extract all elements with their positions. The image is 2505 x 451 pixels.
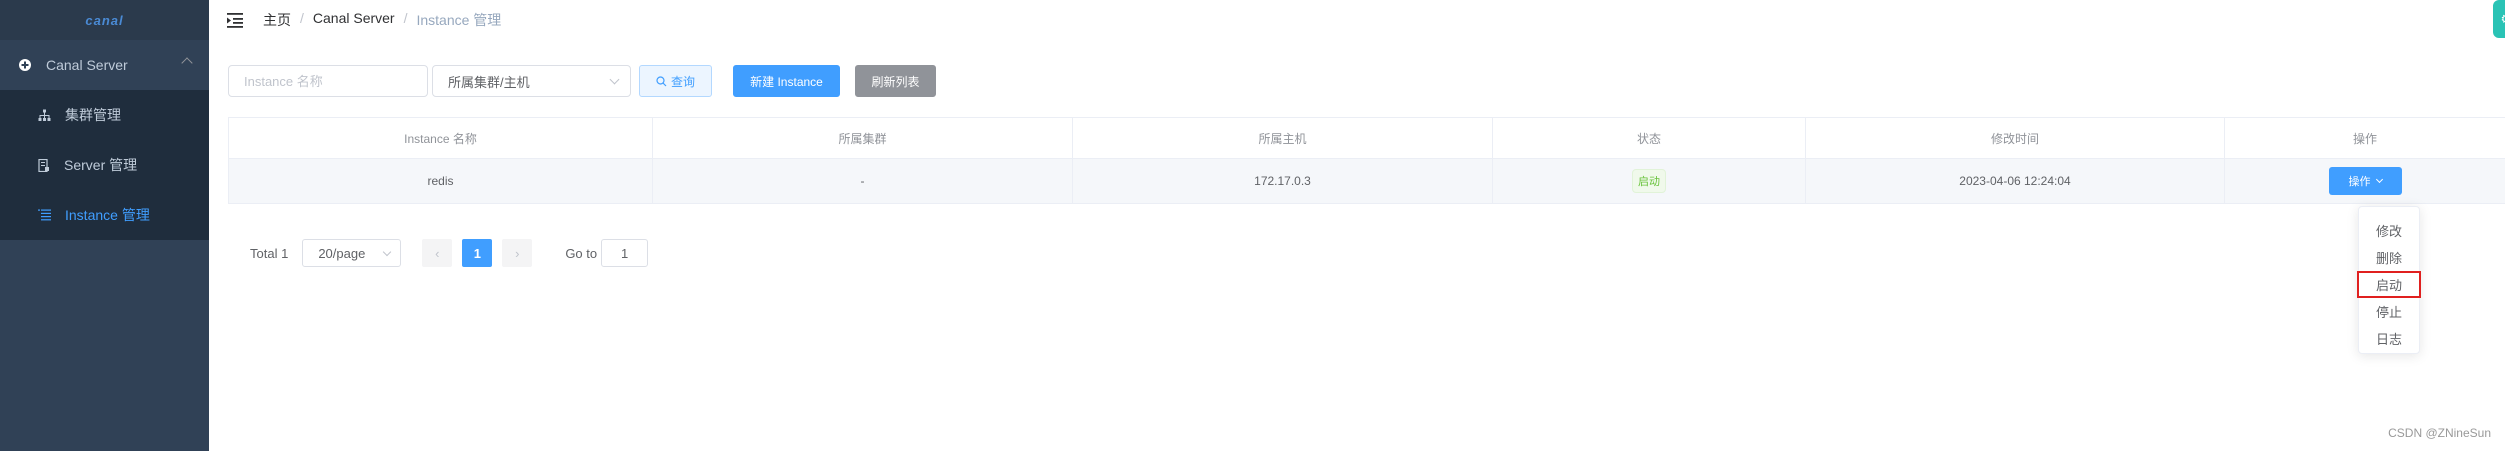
query-button[interactable]: 查询 — [639, 65, 712, 97]
app-root: canal Canal Server 集群管理 Server 管理 Instan… — [0, 0, 2505, 451]
filter-bar: 所属集群/主机 查询 新建 Instance 刷新列表 — [228, 65, 936, 97]
settings-float-icon[interactable]: ⚙ — [2493, 0, 2505, 38]
cell-instance-name: redis — [228, 159, 653, 203]
sidebar-item-instance[interactable]: Instance 管理 — [0, 190, 209, 240]
sidebar-item-cluster[interactable]: 集群管理 — [0, 90, 209, 140]
goto-label: Go to — [565, 245, 598, 261]
column-header: 所属集群 — [653, 118, 1073, 158]
cell-modified-time: 2023-04-06 12:24:04 — [1806, 159, 2225, 203]
cell-host: 172.17.0.3 — [1073, 159, 1493, 203]
column-header: 修改时间 — [1806, 118, 2225, 158]
dropdown-item-delete[interactable]: 删除 — [2359, 244, 2419, 271]
dropdown-item-edit[interactable]: 修改 — [2359, 217, 2419, 244]
column-header: Instance 名称 — [228, 118, 653, 158]
breadcrumb-section[interactable]: Canal Server — [313, 10, 395, 30]
submenu: 集群管理 Server 管理 Instance 管理 — [0, 90, 209, 240]
goto-page-input[interactable] — [601, 239, 649, 267]
pagination: Total 1 20/page ‹ 1 › Go to — [250, 239, 649, 267]
server-icon — [38, 158, 49, 172]
chevron-down-icon — [2375, 175, 2383, 184]
list-icon — [38, 209, 51, 221]
sidebar-group-label: Canal Server — [46, 57, 128, 73]
chevron-down-icon — [609, 74, 620, 85]
breadcrumb-separator: / — [300, 10, 304, 26]
prev-page-button[interactable]: ‹ — [422, 239, 453, 267]
instance-table: Instance 名称 所属集群 所属主机 状态 修改时间 操作 redis -… — [228, 117, 2505, 204]
search-icon — [656, 75, 667, 86]
sidebar-item-label: Server 管理 — [64, 157, 138, 173]
breadcrumb-current: Instance 管理 — [416, 12, 502, 28]
chevron-left-icon: ‹ — [435, 245, 440, 261]
breadcrumb-home[interactable]: 主页 — [263, 10, 291, 30]
table-header-row: Instance 名称 所属集群 所属主机 状态 修改时间 操作 — [228, 118, 2505, 159]
query-button-label: 查询 — [670, 74, 695, 89]
sidebar-item-server[interactable]: Server 管理 — [0, 140, 209, 190]
instance-name-input[interactable] — [228, 65, 428, 97]
cluster-host-select-value: 所属集群/主机 — [448, 74, 530, 90]
dropdown-item-stop[interactable]: 停止 — [2359, 298, 2419, 325]
status-badge: 启动 — [1632, 169, 1666, 193]
hamburger-icon[interactable] — [226, 10, 246, 30]
navbar: 主页 / Canal Server / Instance 管理 ⚙ — [209, 0, 2505, 40]
breadcrumb: 主页 / Canal Server / Instance 管理 — [263, 10, 501, 30]
operations-dropdown-menu: 修改 删除 启动 停止 日志 — [2357, 206, 2421, 354]
sidebar: canal Canal Server 集群管理 Server 管理 Instan… — [0, 0, 209, 451]
logo[interactable]: canal — [0, 0, 209, 40]
cell-actions: 操作 — [2225, 159, 2505, 203]
page-size-select[interactable]: 20/page — [302, 239, 402, 267]
cell-status: 启动 — [1493, 159, 1806, 203]
cell-cluster: - — [653, 159, 1073, 203]
page-size-value: 20/page — [318, 245, 366, 261]
chevron-up-icon — [181, 57, 193, 69]
breadcrumb-separator: / — [403, 10, 408, 26]
cluster-icon — [38, 109, 51, 121]
chevron-right-icon: › — [515, 245, 520, 261]
dropdown-item-log[interactable]: 日志 — [2359, 325, 2419, 352]
page-number-current[interactable]: 1 — [462, 239, 493, 267]
column-header: 状态 — [1493, 118, 1806, 158]
new-instance-button[interactable]: 新建 Instance — [733, 65, 840, 97]
operations-dropdown-button[interactable]: 操作 — [2328, 167, 2402, 195]
chevron-down-icon — [383, 247, 392, 257]
sidebar-item-label: Instance 管理 — [65, 207, 150, 223]
plus-circle-icon — [19, 59, 31, 71]
column-header: 操作 — [2352, 131, 2377, 146]
table-row[interactable]: redis - 172.17.0.3 启动 2023-04-06 12:24:0… — [228, 159, 2505, 204]
cluster-host-select[interactable]: 所属集群/主机 — [432, 65, 631, 97]
operations-button-label: 操作 — [2348, 176, 2371, 188]
pagination-total: Total 1 — [250, 245, 289, 261]
watermark: CSDN @ZNineSun — [2388, 426, 2491, 440]
dropdown-item-start[interactable]: 启动 — [2357, 271, 2421, 298]
sidebar-item-label: 集群管理 — [65, 107, 121, 123]
column-header: 所属主机 — [1073, 118, 1493, 158]
refresh-list-button[interactable]: 刷新列表 — [855, 65, 936, 97]
sidebar-group-canal-server[interactable]: Canal Server — [0, 40, 209, 90]
next-page-button[interactable]: › — [502, 239, 533, 267]
